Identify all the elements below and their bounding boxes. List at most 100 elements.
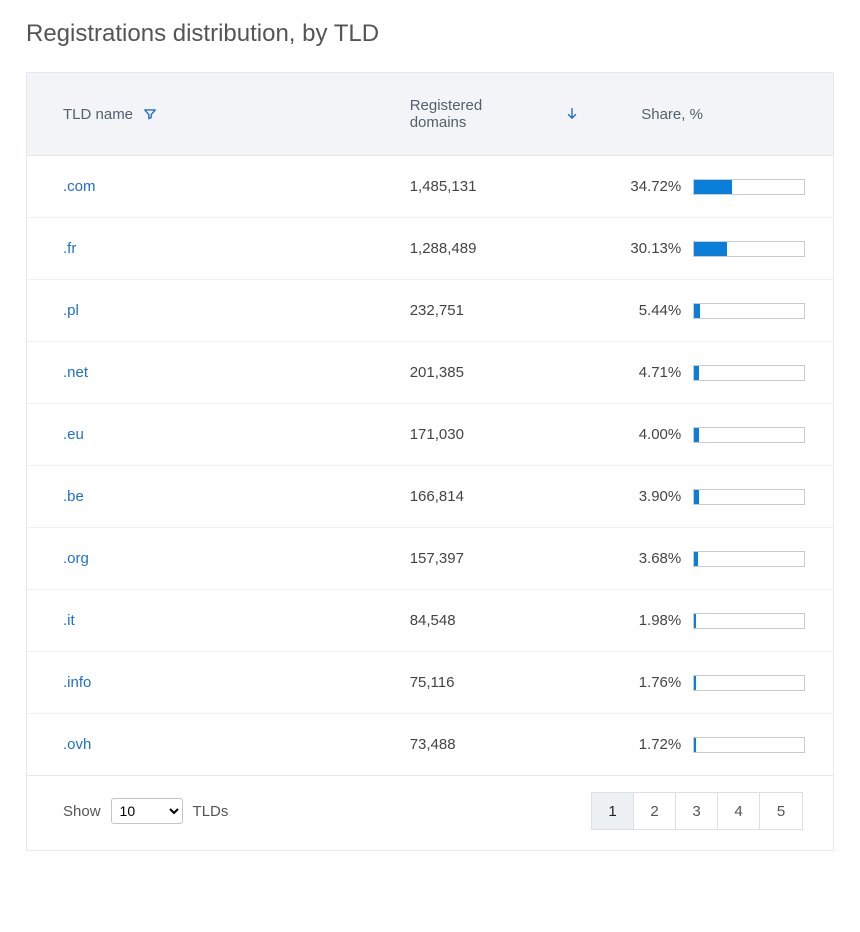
table-row: .org 157,397 3.68% bbox=[27, 528, 833, 590]
cell-registered: 84,548 bbox=[390, 590, 600, 651]
table-row: .ovh 73,488 1.72% bbox=[27, 714, 833, 776]
share-bar-fill bbox=[694, 676, 696, 690]
cell-tld: .be bbox=[27, 466, 390, 527]
share-bar bbox=[693, 675, 805, 691]
share-bar-fill bbox=[694, 304, 700, 318]
tld-link[interactable]: .org bbox=[63, 550, 89, 567]
table-row: .net 201,385 4.71% bbox=[27, 342, 833, 404]
page-button[interactable]: 1 bbox=[592, 793, 634, 829]
table-row: .com 1,485,131 34.72% bbox=[27, 156, 833, 218]
page-title: Registrations distribution, by TLD bbox=[26, 20, 834, 48]
column-header-tld[interactable]: TLD name bbox=[27, 73, 390, 155]
cell-registered: 171,030 bbox=[390, 404, 600, 465]
tld-link[interactable]: .com bbox=[63, 178, 96, 195]
share-bar bbox=[693, 303, 805, 319]
share-bar-fill bbox=[694, 614, 696, 628]
share-percent-label: 1.72% bbox=[619, 736, 681, 753]
table-row: .it 84,548 1.98% bbox=[27, 590, 833, 652]
share-bar-fill bbox=[694, 242, 727, 256]
cell-share: 4.71% bbox=[599, 342, 833, 403]
cell-share: 1.72% bbox=[599, 714, 833, 775]
column-header-share-label: Share, % bbox=[641, 106, 703, 123]
table-row: .eu 171,030 4.00% bbox=[27, 404, 833, 466]
share-percent-label: 4.00% bbox=[619, 426, 681, 443]
share-bar bbox=[693, 613, 805, 629]
share-percent-label: 30.13% bbox=[619, 240, 681, 257]
cell-registered: 75,116 bbox=[390, 652, 600, 713]
page-button[interactable]: 5 bbox=[760, 793, 802, 829]
share-bar-fill bbox=[694, 490, 698, 504]
share-percent-label: 5.44% bbox=[619, 302, 681, 319]
table-header: TLD name Registered domains Share, % bbox=[27, 73, 833, 156]
tld-link[interactable]: .be bbox=[63, 488, 84, 505]
cell-tld: .pl bbox=[27, 280, 390, 341]
tld-link[interactable]: .net bbox=[63, 364, 88, 381]
page-button[interactable]: 3 bbox=[676, 793, 718, 829]
cell-share: 34.72% bbox=[599, 156, 833, 217]
pagination: 12345 bbox=[591, 792, 803, 830]
column-header-registered[interactable]: Registered domains bbox=[390, 73, 600, 155]
cell-tld: .com bbox=[27, 156, 390, 217]
cell-share: 30.13% bbox=[599, 218, 833, 279]
cell-registered: 201,385 bbox=[390, 342, 600, 403]
cell-share: 1.76% bbox=[599, 652, 833, 713]
tld-link[interactable]: .ovh bbox=[63, 736, 91, 753]
page-button[interactable]: 4 bbox=[718, 793, 760, 829]
table-footer: Show 10 TLDs 12345 bbox=[27, 776, 833, 850]
tld-link[interactable]: .eu bbox=[63, 426, 84, 443]
page-size-control: Show 10 TLDs bbox=[63, 798, 228, 824]
show-unit: TLDs bbox=[193, 803, 229, 820]
cell-registered: 157,397 bbox=[390, 528, 600, 589]
cell-share: 5.44% bbox=[599, 280, 833, 341]
column-header-tld-label: TLD name bbox=[63, 106, 133, 123]
page-size-select[interactable]: 10 bbox=[111, 798, 183, 824]
tld-link[interactable]: .fr bbox=[63, 240, 76, 257]
table-row: .info 75,116 1.76% bbox=[27, 652, 833, 714]
cell-registered: 1,485,131 bbox=[390, 156, 600, 217]
tld-table-card: TLD name Registered domains Share, % .co… bbox=[26, 72, 834, 851]
table-row: .pl 232,751 5.44% bbox=[27, 280, 833, 342]
cell-share: 3.90% bbox=[599, 466, 833, 527]
tld-link[interactable]: .it bbox=[63, 612, 75, 629]
share-percent-label: 3.90% bbox=[619, 488, 681, 505]
share-bar bbox=[693, 551, 805, 567]
cell-share: 1.98% bbox=[599, 590, 833, 651]
cell-tld: .info bbox=[27, 652, 390, 713]
cell-tld: .eu bbox=[27, 404, 390, 465]
share-bar-fill bbox=[694, 366, 699, 380]
share-percent-label: 1.98% bbox=[619, 612, 681, 629]
cell-registered: 232,751 bbox=[390, 280, 600, 341]
cell-tld: .org bbox=[27, 528, 390, 589]
share-percent-label: 1.76% bbox=[619, 674, 681, 691]
cell-tld: .it bbox=[27, 590, 390, 651]
show-label: Show bbox=[63, 803, 101, 820]
column-header-share[interactable]: Share, % bbox=[599, 73, 833, 155]
cell-registered: 1,288,489 bbox=[390, 218, 600, 279]
cell-registered: 73,488 bbox=[390, 714, 600, 775]
cell-tld: .fr bbox=[27, 218, 390, 279]
share-percent-label: 4.71% bbox=[619, 364, 681, 381]
sort-desc-icon[interactable] bbox=[565, 107, 579, 121]
page-button[interactable]: 2 bbox=[634, 793, 676, 829]
share-bar-fill bbox=[694, 180, 732, 194]
share-bar bbox=[693, 365, 805, 381]
cell-tld: .net bbox=[27, 342, 390, 403]
share-bar bbox=[693, 179, 805, 195]
table-row: .be 166,814 3.90% bbox=[27, 466, 833, 528]
share-bar bbox=[693, 737, 805, 753]
cell-share: 3.68% bbox=[599, 528, 833, 589]
tld-link[interactable]: .pl bbox=[63, 302, 79, 319]
tld-link[interactable]: .info bbox=[63, 674, 91, 691]
column-header-registered-label: Registered domains bbox=[410, 97, 542, 131]
table-body: .com 1,485,131 34.72% .fr 1,288,489 30.13% .pl… bbox=[27, 156, 833, 776]
share-percent-label: 34.72% bbox=[619, 178, 681, 195]
share-percent-label: 3.68% bbox=[619, 550, 681, 567]
table-row: .fr 1,288,489 30.13% bbox=[27, 218, 833, 280]
share-bar bbox=[693, 241, 805, 257]
filter-icon[interactable] bbox=[143, 107, 157, 121]
share-bar-fill bbox=[694, 552, 698, 566]
cell-registered: 166,814 bbox=[390, 466, 600, 527]
cell-share: 4.00% bbox=[599, 404, 833, 465]
share-bar-fill bbox=[694, 738, 696, 752]
share-bar bbox=[693, 489, 805, 505]
